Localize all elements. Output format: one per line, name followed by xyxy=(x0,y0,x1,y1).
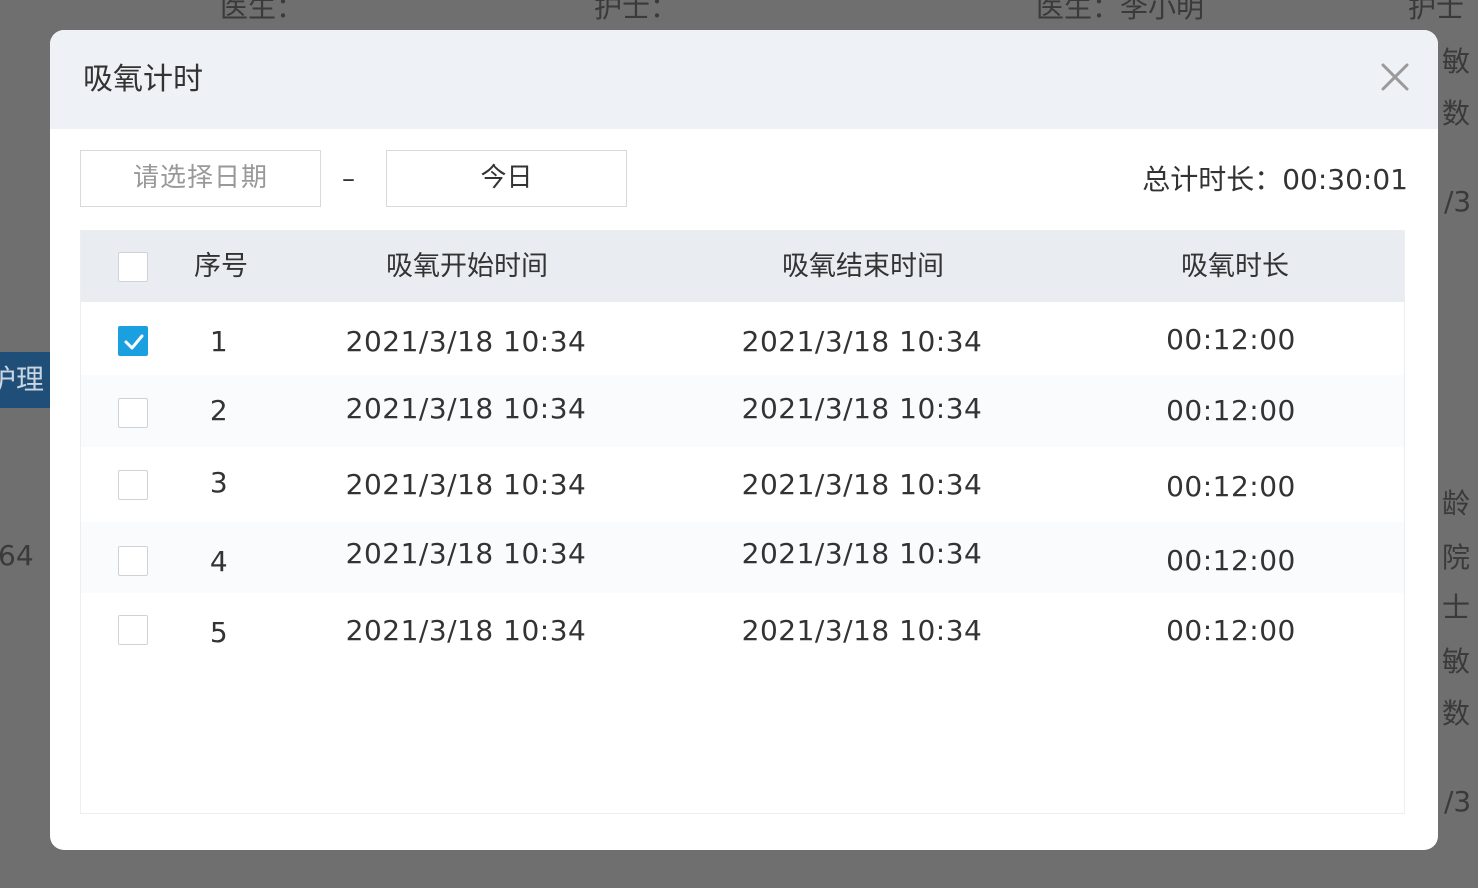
bg-label-right: 数 xyxy=(1442,97,1471,130)
column-header-start-time: 吸氧开始时间 xyxy=(386,251,548,282)
dialog-header: 吸氧计时 xyxy=(50,30,1438,129)
bg-label-nurse: 护士： xyxy=(594,0,679,24)
bg-label-right: /3 xyxy=(1444,785,1472,818)
select-all-checkbox[interactable] xyxy=(118,252,148,282)
start-date-input[interactable]: 请选择日期 xyxy=(80,150,321,207)
bg-label-right: 士 xyxy=(1442,591,1471,624)
cell-end-time: 2021/3/18 10:34 xyxy=(741,614,983,647)
cell-end-time: 2021/3/18 10:34 xyxy=(741,537,983,570)
bg-label-right: 院 xyxy=(1442,541,1471,574)
total-duration-label: 总计时长： xyxy=(1142,163,1283,196)
cell-start-time: 2021/3/18 10:34 xyxy=(345,325,587,358)
total-duration-value: 00:30:01 xyxy=(1282,163,1408,196)
date-range-separator: – xyxy=(342,164,355,194)
bg-label-doctor: 医生： xyxy=(220,0,305,24)
bg-label-left-number: 64 xyxy=(0,539,34,572)
bg-label-right: /3 xyxy=(1444,185,1472,218)
column-header-end-time: 吸氧结束时间 xyxy=(782,251,944,282)
column-header-index: 序号 xyxy=(194,251,248,282)
total-duration: 总计时长：00:30:01 xyxy=(1142,160,1408,200)
table-row[interactable]: 3 2021/3/18 10:34 2021/3/18 10:34 00:12:… xyxy=(81,447,1404,522)
cell-index: 4 xyxy=(209,545,229,578)
cell-duration: 00:12:00 xyxy=(1166,614,1296,647)
cell-duration: 00:12:00 xyxy=(1166,323,1296,356)
cell-index: 3 xyxy=(209,466,229,499)
bg-label-right: 敏 xyxy=(1442,45,1471,78)
row-checkbox[interactable] xyxy=(118,398,148,428)
cell-index: 5 xyxy=(209,616,229,649)
close-icon xyxy=(1381,63,1409,91)
bg-nursing-tab: 护理 xyxy=(0,352,50,408)
bg-label-right: 数 xyxy=(1442,697,1471,730)
dialog-title: 吸氧计时 xyxy=(83,62,203,97)
bg-label-nurse-right: 护士 xyxy=(1408,0,1465,24)
oxygen-records-table: 序号 吸氧开始时间 吸氧结束时间 吸氧时长 1 2021/3/18 10:34 … xyxy=(80,230,1405,814)
cell-duration: 00:12:00 xyxy=(1166,394,1296,427)
table-row[interactable]: 4 2021/3/18 10:34 2021/3/18 10:34 00:12:… xyxy=(81,522,1404,593)
bg-label-right: 敏 xyxy=(1442,645,1471,678)
cell-duration: 00:12:00 xyxy=(1166,470,1296,503)
table-row[interactable]: 2 2021/3/18 10:34 2021/3/18 10:34 00:12:… xyxy=(81,375,1404,447)
row-checkbox[interactable] xyxy=(118,546,148,576)
check-icon xyxy=(124,334,144,350)
cell-start-time: 2021/3/18 10:34 xyxy=(345,468,587,501)
cell-index: 1 xyxy=(209,325,229,358)
bg-label-right: 龄 xyxy=(1442,487,1471,520)
cell-start-time: 2021/3/18 10:34 xyxy=(345,392,587,425)
oxygen-timer-dialog: 吸氧计时 请选择日期 – 今日 总计时长：00:30:01 序号 吸氧开始时间 … xyxy=(50,30,1438,850)
table-header: 序号 吸氧开始时间 吸氧结束时间 吸氧时长 xyxy=(81,231,1404,302)
cell-end-time: 2021/3/18 10:34 xyxy=(741,468,983,501)
cell-end-time: 2021/3/18 10:34 xyxy=(741,392,983,425)
cell-index: 2 xyxy=(209,394,229,427)
close-button[interactable] xyxy=(1378,60,1412,94)
table-row[interactable]: 5 2021/3/18 10:34 2021/3/18 10:34 00:12:… xyxy=(81,593,1404,665)
cell-start-time: 2021/3/18 10:34 xyxy=(345,614,587,647)
column-header-duration: 吸氧时长 xyxy=(1181,251,1289,282)
cell-end-time: 2021/3/18 10:34 xyxy=(741,325,983,358)
end-date-input[interactable]: 今日 xyxy=(386,150,627,207)
cell-start-time: 2021/3/18 10:34 xyxy=(345,537,587,570)
row-checkbox[interactable] xyxy=(118,615,148,645)
table-row[interactable]: 1 2021/3/18 10:34 2021/3/18 10:34 00:12:… xyxy=(81,302,1404,375)
row-checkbox[interactable] xyxy=(118,470,148,500)
cell-duration: 00:12:00 xyxy=(1166,544,1296,577)
row-checkbox[interactable] xyxy=(118,326,148,356)
bg-label-doctor-name: 医生：李小明 xyxy=(1036,0,1205,24)
